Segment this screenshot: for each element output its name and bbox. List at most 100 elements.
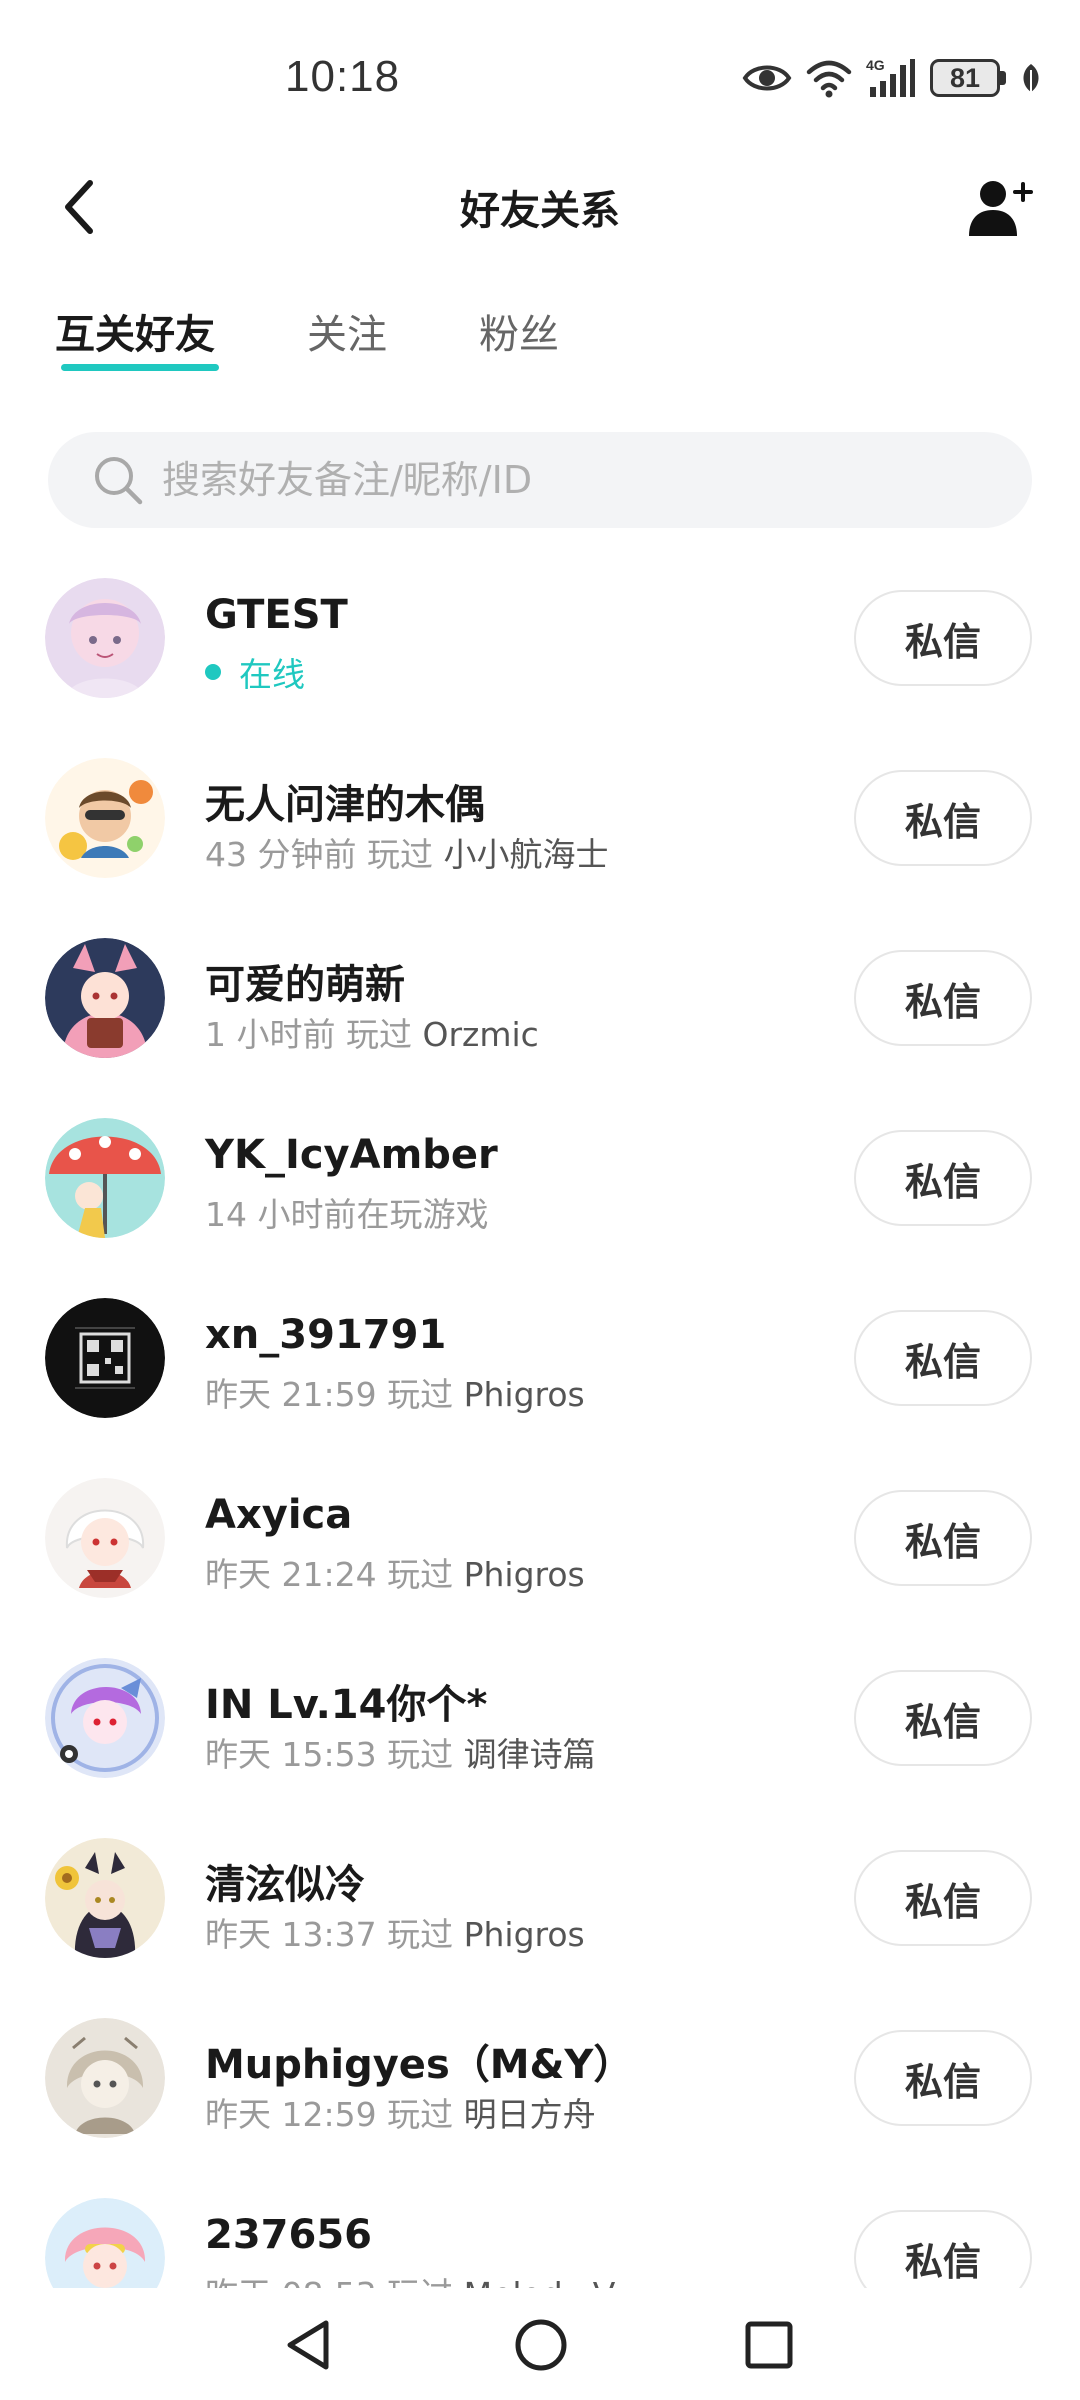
tab-following[interactable]: 关注 <box>307 305 387 375</box>
tab-label: 关注 <box>307 312 387 358</box>
leaf-icon <box>1020 62 1042 94</box>
last-played-game: Phigros <box>463 1555 585 1594</box>
system-nav-bar <box>0 2288 1080 2400</box>
friend-name: 无人问津的木偶 <box>205 782 485 828</box>
last-played-time: 昨天 15:53 玩过 <box>205 1735 454 1774</box>
signal-icon: 4G <box>866 57 916 99</box>
nav-recents-button[interactable] <box>734 2310 804 2380</box>
avatar[interactable] <box>45 938 165 1058</box>
battery-level: 81 <box>930 59 1000 97</box>
avatar[interactable] <box>45 1658 165 1778</box>
message-button[interactable]: 私信 <box>854 1670 1032 1766</box>
active-tab-indicator <box>61 364 219 371</box>
message-button[interactable]: 私信 <box>854 1850 1032 1946</box>
relation-tabs: 互关好友 关注 粉丝 <box>55 305 651 375</box>
battery-icon: 81 <box>930 59 1006 97</box>
friend-name: Axyica <box>205 1492 353 1538</box>
message-button[interactable]: 私信 <box>854 1310 1032 1406</box>
message-button[interactable]: 私信 <box>854 950 1032 1046</box>
status-icons: 4G 81 <box>742 54 1042 102</box>
message-button[interactable]: 私信 <box>854 2030 1032 2126</box>
list-item[interactable]: 无人问津的木偶 43 分钟前 玩过 小小航海士 私信 <box>0 728 1080 908</box>
last-played: 昨天 21:59 玩过 Phigros <box>205 1368 585 1416</box>
page-title: 好友关系 <box>460 188 620 234</box>
avatar[interactable] <box>45 1118 165 1238</box>
friend-name: IN Lv.14你个* <box>205 1682 488 1728</box>
last-played-game: 小小航海士 <box>443 835 609 874</box>
last-played-time: 昨天 12:59 玩过 <box>205 2095 454 2134</box>
avatar[interactable] <box>45 1298 165 1418</box>
tab-label: 互关好友 <box>55 312 215 358</box>
last-played-game: 明日方舟 <box>463 2095 596 2134</box>
add-friend-button[interactable] <box>960 170 1040 246</box>
last-played-game: 调律诗篇 <box>463 1735 596 1774</box>
last-played: 昨天 21:24 玩过 Phigros <box>205 1548 585 1596</box>
avatar[interactable] <box>45 1838 165 1958</box>
tab-mutual-friends[interactable]: 互关好友 <box>55 305 219 375</box>
list-item[interactable]: 可爱的萌新 1 小时前 玩过 Orzmic 私信 <box>0 908 1080 1088</box>
last-played-time: 14 小时前在玩游戏 <box>205 1195 489 1234</box>
avatar[interactable] <box>45 758 165 878</box>
list-item[interactable]: GTEST 在线 私信 <box>0 548 1080 728</box>
last-played: 昨天 12:59 玩过 明日方舟 <box>205 2088 596 2136</box>
last-played: 1 小时前 玩过 Orzmic <box>205 1008 539 1056</box>
friend-name: GTEST <box>205 592 348 638</box>
friend-name: Muphigyes（M&Y） <box>205 2042 634 2088</box>
circle-home-icon <box>515 2319 567 2371</box>
eye-icon <box>742 60 792 96</box>
last-played-time: 昨天 08:53 玩过 <box>205 2275 453 2288</box>
friend-name: YK_IcyAmber <box>205 1132 498 1178</box>
last-played: 昨天 08:53 玩过 Melody V <box>205 2268 615 2288</box>
search-bar[interactable] <box>48 432 1032 528</box>
last-played-game: Phigros <box>463 1375 585 1414</box>
message-button[interactable]: 私信 <box>854 1490 1032 1586</box>
last-played-time: 昨天 21:59 玩过 <box>205 1375 454 1414</box>
friend-name: 237656 <box>205 2212 372 2258</box>
last-played-time: 43 分钟前 玩过 <box>205 835 433 874</box>
nav-back-button[interactable] <box>273 2310 343 2380</box>
svg-text:4G: 4G <box>866 57 885 73</box>
message-button[interactable]: 私信 <box>854 770 1032 866</box>
last-played-time: 昨天 21:24 玩过 <box>205 1555 454 1594</box>
list-item[interactable]: Axyica 昨天 21:24 玩过 Phigros 私信 <box>0 1448 1080 1628</box>
tab-followers[interactable]: 粉丝 <box>479 305 559 375</box>
list-item[interactable]: xn_391791 昨天 21:59 玩过 Phigros 私信 <box>0 1268 1080 1448</box>
search-input[interactable] <box>162 458 982 502</box>
message-button[interactable]: 私信 <box>854 1130 1032 1226</box>
last-played-game: Orzmic <box>422 1015 539 1054</box>
friend-name: 可爱的萌新 <box>205 962 405 1008</box>
status-bar: 10:18 4G 81 <box>0 0 1080 150</box>
avatar[interactable] <box>45 2018 165 2138</box>
tab-label: 粉丝 <box>479 312 559 358</box>
last-played-time: 昨天 13:37 玩过 <box>205 1915 454 1954</box>
avatar[interactable] <box>45 2198 165 2288</box>
status-text: 在线 <box>239 655 305 694</box>
list-item[interactable]: IN Lv.14你个* 昨天 15:53 玩过 调律诗篇 私信 <box>0 1628 1080 1808</box>
online-status: 在线 <box>205 648 305 696</box>
list-item[interactable]: 清泫似冷 昨天 13:37 玩过 Phigros 私信 <box>0 1808 1080 1988</box>
add-user-icon <box>969 181 1033 236</box>
last-played-game: Melody V <box>464 2275 616 2288</box>
message-button[interactable]: 私信 <box>854 2210 1032 2288</box>
list-item[interactable]: YK_IcyAmber 14 小时前在玩游戏 私信 <box>0 1088 1080 1268</box>
triangle-back-icon <box>287 2320 329 2370</box>
square-recents-icon <box>745 2321 793 2369</box>
list-item[interactable]: 237656 昨天 08:53 玩过 Melody V 私信 <box>0 2168 1080 2288</box>
last-played: 14 小时前在玩游戏 <box>205 1188 488 1236</box>
friend-name: 清泫似冷 <box>205 1862 365 1908</box>
list-item[interactable]: Muphigyes（M&Y） 昨天 12:59 玩过 明日方舟 私信 <box>0 1988 1080 2168</box>
avatar[interactable] <box>45 578 165 698</box>
nav-home-button[interactable] <box>506 2310 576 2380</box>
status-time: 10:18 <box>285 52 401 101</box>
last-played: 43 分钟前 玩过 小小航海士 <box>205 828 608 876</box>
last-played: 昨天 13:37 玩过 Phigros <box>205 1908 585 1956</box>
avatar[interactable] <box>45 1478 165 1598</box>
last-played-game: Phigros <box>463 1915 585 1954</box>
wifi-icon <box>806 58 852 98</box>
search-icon <box>95 457 143 505</box>
friend-name: xn_391791 <box>205 1312 447 1358</box>
online-dot <box>205 664 221 680</box>
last-played-time: 1 小时前 玩过 <box>205 1015 412 1054</box>
message-button[interactable]: 私信 <box>854 590 1032 686</box>
friend-list: GTEST 在线 私信 无人问津的木偶 43 分钟前 玩过 小小航海士 私信 可… <box>0 548 1080 2288</box>
